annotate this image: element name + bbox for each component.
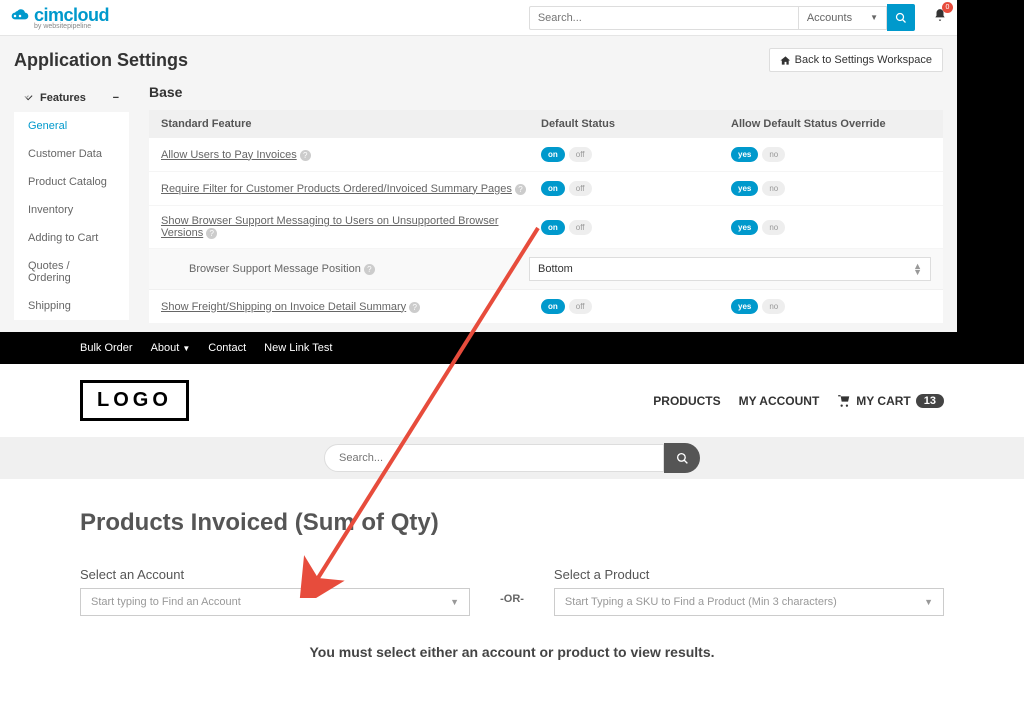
help-icon[interactable]: ? bbox=[364, 264, 375, 275]
nav-products[interactable]: PRODUCTS bbox=[653, 394, 720, 408]
nav-contact[interactable]: Contact bbox=[208, 342, 246, 354]
status-toggle[interactable]: onoff bbox=[541, 147, 592, 162]
table-row: Require Filter for Customer Products Ord… bbox=[149, 172, 943, 206]
table-row: Allow Users to Pay Invoices? onoff yesno bbox=[149, 138, 943, 172]
status-toggle[interactable]: onoff bbox=[541, 181, 592, 196]
sidebar-item-shipping[interactable]: Shipping bbox=[14, 292, 129, 320]
cart-label: MY CART bbox=[856, 394, 910, 408]
col-feature: Standard Feature bbox=[161, 118, 541, 130]
cloud-icon bbox=[10, 9, 30, 23]
nav-my-cart[interactable]: MY CART 13 bbox=[837, 394, 944, 408]
page-title: Application Settings bbox=[14, 50, 188, 71]
override-toggle[interactable]: yesno bbox=[731, 299, 785, 314]
account-filter-input[interactable]: Start typing to Find an Account ▼ bbox=[80, 588, 470, 616]
notifications-bell[interactable]: 0 bbox=[933, 8, 947, 27]
status-toggle[interactable]: onoff bbox=[541, 299, 592, 314]
collapse-icon: − bbox=[113, 92, 119, 104]
nav-new-link-test[interactable]: New Link Test bbox=[264, 342, 332, 354]
override-toggle[interactable]: yesno bbox=[731, 147, 785, 162]
products-title: Products Invoiced (Sum of Qty) bbox=[80, 509, 944, 537]
help-icon[interactable]: ? bbox=[206, 228, 217, 239]
store-search-input[interactable] bbox=[324, 444, 664, 472]
nav-bulk-order[interactable]: Bulk Order bbox=[80, 342, 133, 354]
top-nav: Bulk Order About▼ Contact New Link Test bbox=[0, 332, 1024, 364]
product-placeholder: Start Typing a SKU to Find a Product (Mi… bbox=[565, 596, 837, 608]
cimcloud-logo[interactable]: cimcloud by websitepipeline bbox=[10, 5, 109, 30]
chevron-down-icon: ▼ bbox=[870, 13, 878, 22]
store-search-button[interactable] bbox=[664, 443, 700, 473]
position-select[interactable]: Bottom ▲▼ bbox=[529, 257, 931, 281]
caret-down-icon: ▼ bbox=[450, 597, 459, 607]
back-to-workspace-button[interactable]: Back to Settings Workspace bbox=[769, 48, 943, 72]
products-section: Products Invoiced (Sum of Qty) Select an… bbox=[0, 479, 1024, 690]
search-icon bbox=[895, 12, 907, 24]
table-header: Standard Feature Default Status Allow De… bbox=[149, 110, 943, 138]
override-toggle[interactable]: yesno bbox=[731, 181, 785, 196]
sidebar: Features − General Customer Data Product… bbox=[14, 84, 129, 324]
admin-search-button[interactable] bbox=[887, 4, 915, 31]
help-icon[interactable]: ? bbox=[300, 150, 311, 161]
sub-row: Browser Support Message Position? Bottom… bbox=[149, 249, 943, 290]
override-toggle[interactable]: yesno bbox=[731, 220, 785, 235]
admin-panel: cimcloud by websitepipeline Accounts ▼ 0… bbox=[0, 0, 957, 332]
admin-header: cimcloud by websitepipeline Accounts ▼ 0 bbox=[0, 0, 957, 36]
sidebar-item-inventory[interactable]: Inventory bbox=[14, 196, 129, 224]
product-filter-input[interactable]: Start Typing a SKU to Find a Product (Mi… bbox=[554, 588, 944, 616]
page-title-row: Application Settings Back to Settings Wo… bbox=[0, 36, 957, 84]
sidebar-header-label: Features bbox=[40, 92, 86, 104]
help-icon[interactable]: ? bbox=[409, 302, 420, 313]
sidebar-item-adding-to-cart[interactable]: Adding to Cart bbox=[14, 224, 129, 252]
or-divider: -OR- bbox=[470, 593, 554, 605]
cart-count-badge: 13 bbox=[916, 394, 944, 408]
cart-icon bbox=[837, 394, 851, 408]
caret-down-icon: ▼ bbox=[182, 344, 190, 353]
sidebar-item-customer-data[interactable]: Customer Data bbox=[14, 140, 129, 168]
sidebar-item-general[interactable]: General bbox=[14, 112, 129, 140]
admin-search-input[interactable] bbox=[529, 6, 799, 30]
col-override: Allow Default Status Override bbox=[731, 118, 931, 130]
status-toggle[interactable]: onoff bbox=[541, 220, 592, 235]
help-icon[interactable]: ? bbox=[515, 184, 526, 195]
account-filter-label: Select an Account bbox=[80, 567, 470, 582]
search-banner bbox=[0, 437, 1024, 479]
col-status: Default Status bbox=[541, 118, 731, 130]
table-row: Show Browser Support Messaging to Users … bbox=[149, 206, 943, 249]
home-icon bbox=[780, 55, 791, 66]
back-button-label: Back to Settings Workspace bbox=[795, 54, 932, 66]
main-content: Base Standard Feature Default Status All… bbox=[149, 84, 943, 324]
feature-link[interactable]: Require Filter for Customer Products Ord… bbox=[161, 183, 512, 195]
must-select-message: You must select either an account or pro… bbox=[80, 644, 944, 660]
table-row: Show Freight/Shipping on Invoice Detail … bbox=[149, 290, 943, 324]
section-title: Base bbox=[149, 84, 943, 100]
product-filter-label: Select a Product bbox=[554, 567, 944, 582]
nav-my-account[interactable]: MY ACCOUNT bbox=[739, 394, 820, 408]
select-value: Bottom bbox=[538, 263, 573, 275]
accounts-label: Accounts bbox=[807, 12, 852, 24]
select-arrows-icon: ▲▼ bbox=[913, 263, 922, 275]
store-header: LOGO PRODUCTS MY ACCOUNT MY CART 13 bbox=[0, 364, 1024, 437]
storefront-panel: Bulk Order About▼ Contact New Link Test … bbox=[0, 332, 1024, 710]
account-placeholder: Start typing to Find an Account bbox=[91, 596, 241, 608]
search-icon bbox=[676, 452, 689, 465]
sidebar-item-quotes-ordering[interactable]: Quotes / Ordering bbox=[14, 252, 129, 292]
sub-label: Browser Support Message Position bbox=[189, 263, 361, 275]
feature-link[interactable]: Show Freight/Shipping on Invoice Detail … bbox=[161, 301, 406, 313]
sidebar-item-product-catalog[interactable]: Product Catalog bbox=[14, 168, 129, 196]
nav-about[interactable]: About▼ bbox=[151, 342, 191, 354]
accounts-dropdown[interactable]: Accounts ▼ bbox=[799, 6, 887, 30]
store-logo[interactable]: LOGO bbox=[80, 380, 189, 421]
bell-badge: 0 bbox=[942, 2, 953, 13]
sidebar-header-features[interactable]: Features − bbox=[14, 84, 129, 112]
check-icon bbox=[24, 93, 35, 104]
caret-down-icon: ▼ bbox=[924, 597, 933, 607]
feature-link[interactable]: Allow Users to Pay Invoices bbox=[161, 149, 297, 161]
